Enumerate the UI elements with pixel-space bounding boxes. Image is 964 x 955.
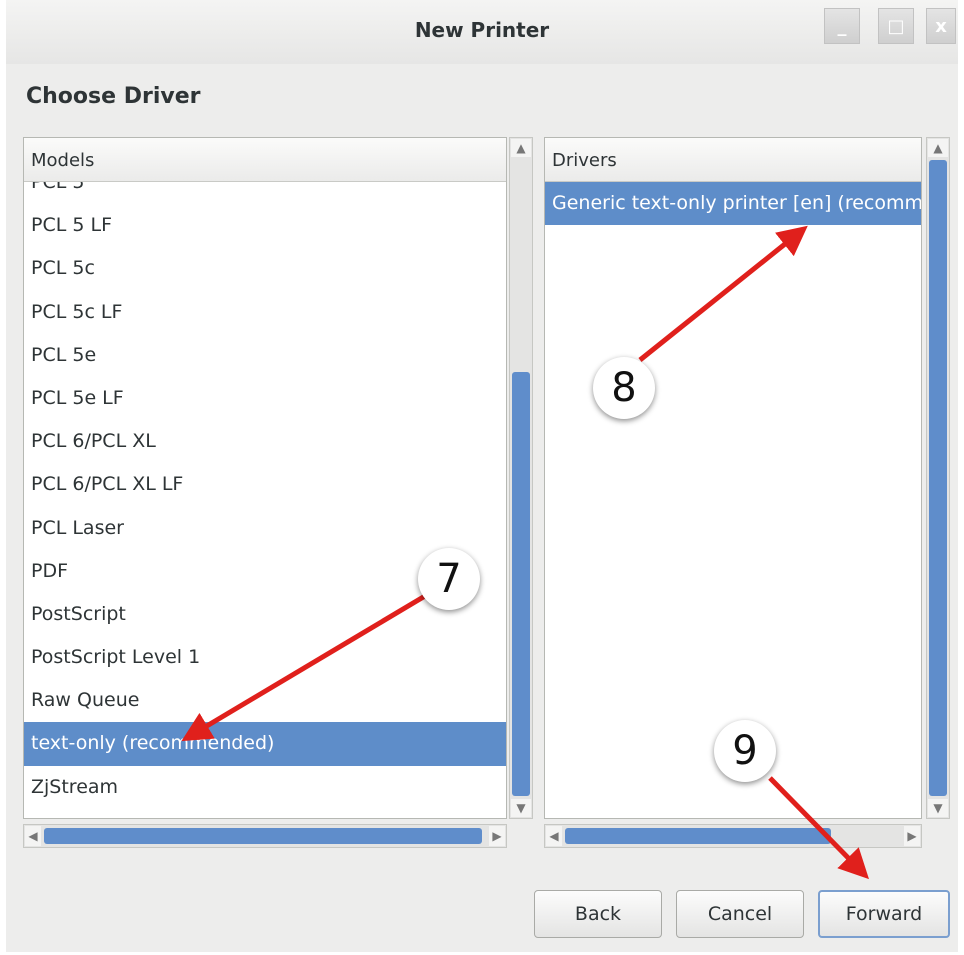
annotation-arrow-8	[638, 225, 808, 362]
step-7-callout: 7	[418, 548, 480, 610]
annotation-arrow-9	[768, 776, 869, 880]
step-9-callout: 9	[714, 720, 776, 782]
step-7-number: 7	[436, 556, 462, 602]
step-9-number: 9	[732, 728, 758, 774]
annotation-arrow-7	[181, 593, 427, 742]
step-8-callout: 8	[593, 357, 655, 419]
annotation-arrows	[181, 225, 869, 880]
step-8-number: 8	[611, 365, 637, 411]
